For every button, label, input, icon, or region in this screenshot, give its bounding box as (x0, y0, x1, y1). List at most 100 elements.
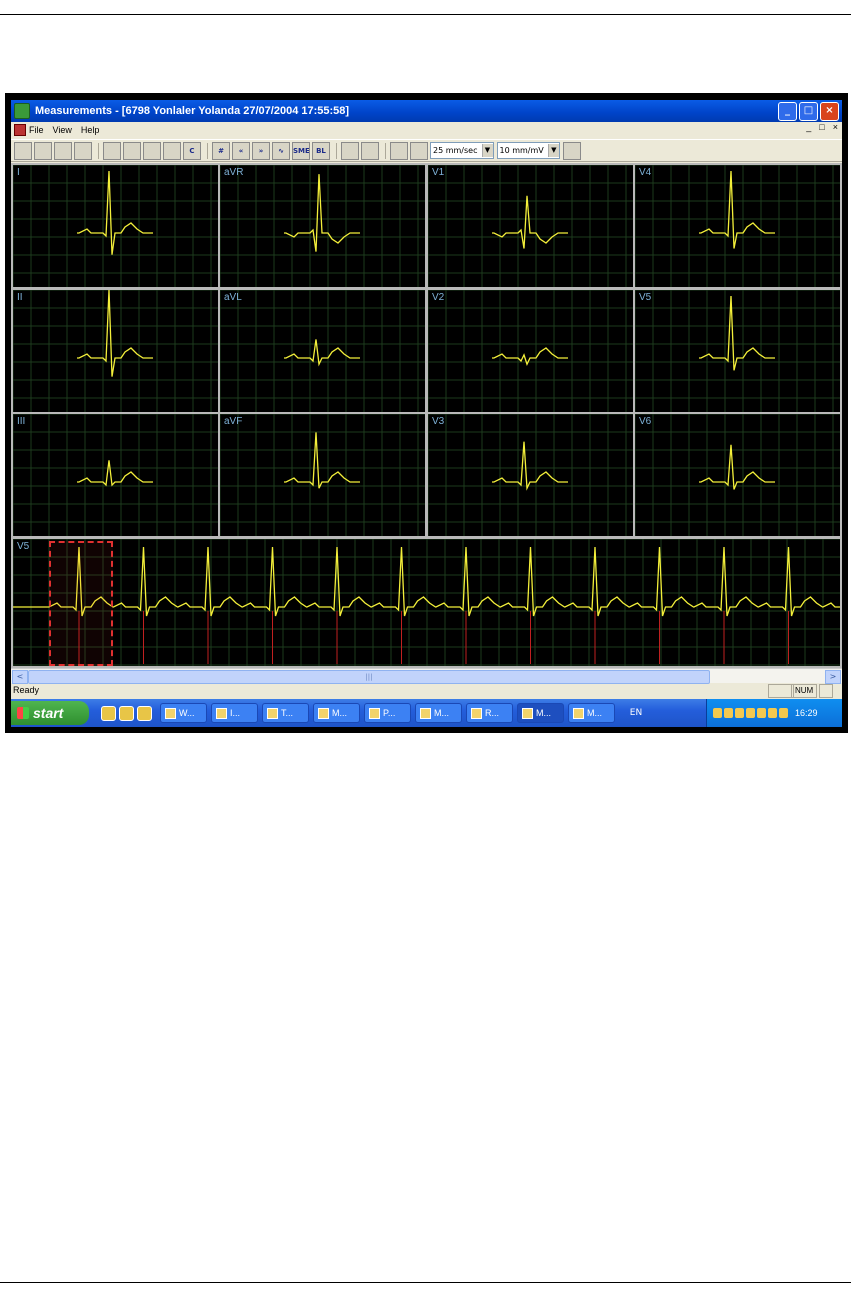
lead-panel-v4[interactable]: V4 (635, 165, 840, 287)
status-bar: Ready NUM (11, 683, 842, 698)
start-button[interactable]: start (11, 701, 89, 725)
lead-label: V5 (639, 292, 652, 303)
tray-icon[interactable] (735, 708, 744, 718)
app-icon (216, 707, 227, 719)
chevron-down-icon[interactable]: ▼ (547, 144, 559, 157)
document-icon[interactable] (14, 124, 26, 136)
menu-help[interactable]: Help (81, 125, 100, 135)
lead-panel-avl[interactable]: aVL (220, 290, 425, 412)
rhythm-strip[interactable]: V5 (13, 539, 840, 666)
taskbar-item[interactable]: M... (415, 703, 462, 723)
restore-button[interactable]: □ (799, 102, 818, 121)
title-bar[interactable]: Measurements - [6798 Yonlaler Yolanda 27… (11, 100, 842, 122)
next-button[interactable]: » (252, 141, 270, 160)
lead-panel-v5[interactable]: V5 (635, 290, 840, 412)
ecg-waveform (699, 444, 775, 490)
taskbar: start W... I... T... M... P... M... R...… (11, 699, 842, 727)
taskbar-item[interactable]: W... (160, 703, 207, 723)
bl-button[interactable]: BL (312, 141, 330, 160)
arrow-left-icon[interactable] (390, 141, 408, 160)
tray-icon[interactable] (746, 708, 755, 718)
taskbar-item[interactable]: P... (364, 703, 411, 723)
mdi-restore-button[interactable]: □ (819, 122, 824, 132)
taskbar-item[interactable]: T... (262, 703, 309, 723)
close-button[interactable]: × (820, 102, 839, 121)
lead-label: V4 (639, 167, 652, 178)
grid-toggle-button[interactable]: # (212, 141, 230, 160)
app-icon (14, 103, 30, 119)
save-icon[interactable] (14, 141, 32, 160)
help-icon[interactable] (341, 141, 359, 160)
taskbar-item-label: M... (536, 708, 551, 718)
minimize-button[interactable]: _ (778, 102, 797, 121)
zoom-icon[interactable] (143, 141, 161, 160)
tray-icon[interactable] (724, 708, 733, 718)
toolbar-separator (207, 142, 208, 159)
speed-select[interactable]: 25 mm/sec ▼ (430, 142, 494, 159)
taskbar-item[interactable]: I... (211, 703, 258, 723)
taskbar-item[interactable]: R... (466, 703, 513, 723)
desktop-icon[interactable] (137, 705, 152, 721)
system-tray: 16:29 (706, 699, 842, 727)
taskbar-item-label: M... (434, 708, 449, 718)
tray-icon[interactable] (768, 708, 777, 718)
taskbar-item-label: W... (179, 708, 195, 718)
tray-icon[interactable] (779, 708, 788, 718)
folder-icon (267, 707, 278, 719)
scroll-thumb[interactable]: ||| (28, 670, 710, 684)
taskbar-item[interactable]: M... (313, 703, 360, 723)
tray-icon[interactable] (757, 708, 766, 718)
ecg-display: IaVR V1 V4 II aVL V2 V5 III aVF V3 V6 V5 (11, 163, 842, 668)
lead-panel-iii[interactable]: III (13, 414, 218, 536)
outlook-icon[interactable] (119, 705, 134, 721)
taskbar-item-active[interactable]: M... (517, 703, 564, 723)
beat-selection-box[interactable] (49, 541, 113, 666)
grid-table-icon[interactable] (103, 141, 121, 160)
word-icon (369, 707, 380, 719)
mdi-minimize-button[interactable]: _ (806, 122, 811, 132)
scroll-left-button[interactable]: < (12, 670, 28, 684)
menu-view[interactable]: View (53, 125, 72, 135)
ie-icon[interactable] (101, 705, 116, 721)
page-top-rule (0, 14, 851, 15)
previous-button[interactable]: « (232, 141, 250, 160)
lead-panel-avf[interactable]: aVF (220, 414, 425, 536)
scroll-right-button[interactable]: > (825, 670, 841, 684)
pen-icon[interactable] (562, 141, 581, 160)
lead-label: aVF (224, 416, 243, 427)
c-dropdown-button[interactable]: C (183, 141, 201, 160)
sme-button[interactable]: SME (292, 141, 310, 160)
lead-panel-v1[interactable]: V1 (428, 165, 633, 287)
lead-label: I (17, 167, 20, 178)
lead-panel-ii[interactable]: II (13, 290, 218, 412)
chevron-down-icon[interactable]: ▼ (481, 144, 493, 157)
menu-file[interactable]: File (29, 125, 44, 135)
toolbar: C # « » ∿ SME BL 25 mm/sec ▼ 10 mm/mV ▼ (11, 139, 842, 162)
edit-icon[interactable] (74, 141, 92, 160)
lead-panel-i[interactable]: I (13, 165, 218, 287)
horizontal-scrollbar[interactable]: < ||| > (11, 668, 842, 684)
language-indicator[interactable]: EN (619, 703, 653, 723)
taskbar-item[interactable]: M... (568, 703, 615, 723)
wave-button[interactable]: ∿ (272, 141, 290, 160)
lead-label: V3 (432, 416, 445, 427)
lead-icon[interactable] (123, 141, 141, 160)
lead-label: aVL (224, 292, 242, 303)
lead-panel-v2[interactable]: V2 (428, 290, 633, 412)
gain-select[interactable]: 10 mm/mV ▼ (496, 142, 560, 159)
lead-panel-v3[interactable]: V3 (428, 414, 633, 536)
print-icon[interactable] (34, 141, 52, 160)
ecg-waveform (77, 460, 153, 487)
arrow-right-icon[interactable] (410, 141, 428, 160)
copy-icon[interactable] (54, 141, 72, 160)
mdi-close-button[interactable]: × (833, 122, 838, 132)
lead-label: V5 (17, 541, 30, 552)
status-text: Ready (13, 685, 40, 695)
measure-icon[interactable] (163, 141, 181, 160)
lead-panel-v6[interactable]: V6 (635, 414, 840, 536)
tray-icon[interactable] (713, 708, 722, 718)
speed-value: 25 mm/sec (433, 146, 478, 155)
lead-panel-avr[interactable]: aVR (220, 165, 425, 287)
exit-icon[interactable] (361, 141, 379, 160)
clock: 16:29 (795, 708, 818, 718)
